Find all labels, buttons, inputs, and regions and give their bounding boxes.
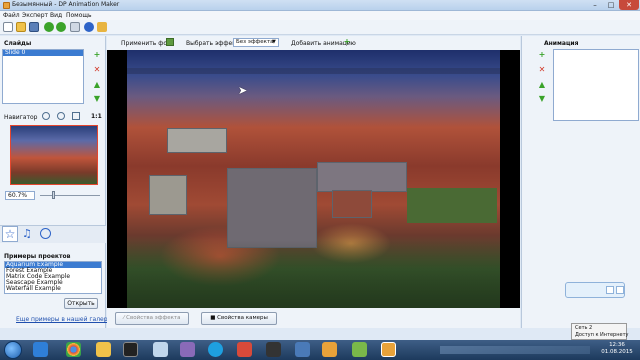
- explorer-icon[interactable]: [96, 342, 111, 357]
- chrome-icon[interactable]: [66, 342, 81, 357]
- foreground-trees: [127, 240, 500, 308]
- menu-bar: Файл Эксперт Вид Помощь: [0, 11, 640, 20]
- zoom-slider-thumb[interactable]: [52, 191, 55, 199]
- effect-properties-label: Свойства эффекта: [126, 315, 181, 321]
- app-icon-taskbar[interactable]: [153, 342, 168, 357]
- maximize-button[interactable]: □: [603, 0, 619, 10]
- open-project-button[interactable]: Открыть: [64, 298, 98, 309]
- navigator-label: Навигатор: [4, 114, 38, 121]
- tooltip-icon: [606, 286, 614, 294]
- start-button[interactable]: [4, 341, 22, 359]
- media-icon[interactable]: [123, 342, 138, 357]
- green-field: [407, 188, 497, 223]
- move-up-icon[interactable]: ▲: [93, 81, 101, 89]
- bottom-button-bar: ⁄ Свойства эффекта ■ Свойства камеры: [107, 308, 520, 328]
- minimize-button[interactable]: –: [587, 0, 603, 10]
- clock-time: 12:36: [609, 342, 625, 348]
- center-toolbar: Применить фон Выбрать эффект: Без эффект…: [107, 36, 520, 50]
- project-item[interactable]: Waterfall Example: [5, 286, 101, 292]
- app-icon-taskbar[interactable]: [180, 342, 195, 357]
- gallery-link[interactable]: Еще примеры в нашей галерее: [16, 316, 115, 323]
- animation-down-icon[interactable]: ▼: [538, 95, 546, 103]
- title-bar: Безымянный - DP Animation Maker – □ ✕: [0, 0, 640, 11]
- navigator-thumbnail[interactable]: [10, 125, 98, 185]
- slide-canvas[interactable]: [107, 50, 520, 308]
- slide-item[interactable]: Slide 0: [3, 50, 83, 56]
- add-slide-icon[interactable]: +: [93, 51, 101, 59]
- clock[interactable]: 12:36 01.08.2015: [597, 342, 637, 356]
- tooltip-close-icon[interactable]: [616, 286, 624, 294]
- save-icon[interactable]: [29, 22, 39, 32]
- building: [149, 175, 187, 215]
- ie-icon[interactable]: [33, 342, 48, 357]
- menu-file[interactable]: Файл: [3, 11, 20, 20]
- camera-properties-label: Свойства камеры: [217, 315, 268, 321]
- undo-icon[interactable]: [44, 22, 54, 32]
- menu-expert[interactable]: Эксперт: [22, 11, 48, 20]
- delete-slide-icon[interactable]: ✕: [93, 66, 101, 74]
- network-name: Сеть 2: [575, 325, 593, 331]
- clock-icon[interactable]: [40, 228, 51, 239]
- hills: [127, 68, 500, 74]
- open-folder-icon[interactable]: [16, 22, 26, 32]
- mouse-cursor-icon: ➤: [238, 84, 248, 97]
- dp-animation-taskbar-icon[interactable]: [381, 342, 396, 357]
- info-icon[interactable]: [84, 22, 94, 32]
- window-title: Безымянный - DP Animation Maker: [12, 1, 120, 8]
- zoom-slider-track[interactable]: [40, 195, 100, 196]
- apply-bg-label[interactable]: Применить фон: [121, 40, 171, 47]
- actual-size-icon[interactable]: 1:1: [91, 113, 102, 120]
- zoom-out-icon[interactable]: [57, 112, 65, 120]
- add-animation-icon[interactable]: +: [343, 38, 351, 46]
- new-file-icon[interactable]: [3, 22, 13, 32]
- fit-icon[interactable]: [72, 112, 80, 120]
- network-status: Доступ к Интернету: [575, 332, 629, 338]
- building: [167, 128, 227, 153]
- tooltip-box: [565, 282, 625, 298]
- menu-view[interactable]: Вид: [50, 11, 62, 20]
- slides-header: Слайды: [4, 40, 32, 47]
- animation-up-icon[interactable]: ▲: [538, 81, 546, 89]
- taskbar: [0, 340, 640, 360]
- projects-header: Примеры проектов: [4, 253, 71, 260]
- system-tray[interactable]: [440, 346, 590, 354]
- animation-header: Анимация: [544, 40, 579, 47]
- image-icon[interactable]: [166, 38, 174, 46]
- camera-properties-button[interactable]: ■ Свойства камеры: [201, 312, 277, 325]
- main-toolbar: [0, 20, 640, 35]
- key-icon[interactable]: [97, 22, 107, 32]
- effect-properties-button[interactable]: ⁄ Свойства эффекта: [115, 312, 189, 325]
- slide-image[interactable]: [127, 50, 500, 308]
- music-icon[interactable]: ♫: [22, 227, 32, 240]
- redo-icon[interactable]: [56, 22, 66, 32]
- animation-list[interactable]: [553, 49, 639, 121]
- chevron-down-icon[interactable]: ▼: [272, 39, 276, 45]
- star-icon[interactable]: ☆: [2, 226, 18, 242]
- slides-list[interactable]: Slide 0: [2, 49, 84, 104]
- network-popup: Сеть 2 Доступ к Интернету: [571, 323, 629, 340]
- close-button[interactable]: ✕: [619, 0, 639, 10]
- building: [227, 168, 317, 248]
- menu-help[interactable]: Помощь: [66, 11, 92, 20]
- move-down-icon[interactable]: ▼: [93, 95, 101, 103]
- app-icon-taskbar[interactable]: [352, 342, 367, 357]
- projects-list[interactable]: Aquarium Example Forest Example Matrix C…: [4, 261, 102, 294]
- export-icon[interactable]: [70, 22, 80, 32]
- app-icon: [3, 2, 10, 9]
- add-animation-item-icon[interactable]: +: [538, 51, 546, 59]
- camera-taskbar-icon[interactable]: [266, 342, 281, 357]
- building: [332, 190, 372, 218]
- zoom-in-icon[interactable]: [42, 112, 50, 120]
- clock-date: 01.08.2015: [601, 349, 633, 355]
- skype-icon[interactable]: [208, 342, 223, 357]
- app-icon-taskbar[interactable]: [237, 342, 252, 357]
- building: [317, 162, 407, 192]
- delete-animation-icon[interactable]: ✕: [538, 66, 546, 74]
- app-icon-taskbar[interactable]: [322, 342, 337, 357]
- app-icon-taskbar[interactable]: [295, 342, 310, 357]
- zoom-field[interactable]: 60.7%: [5, 191, 35, 200]
